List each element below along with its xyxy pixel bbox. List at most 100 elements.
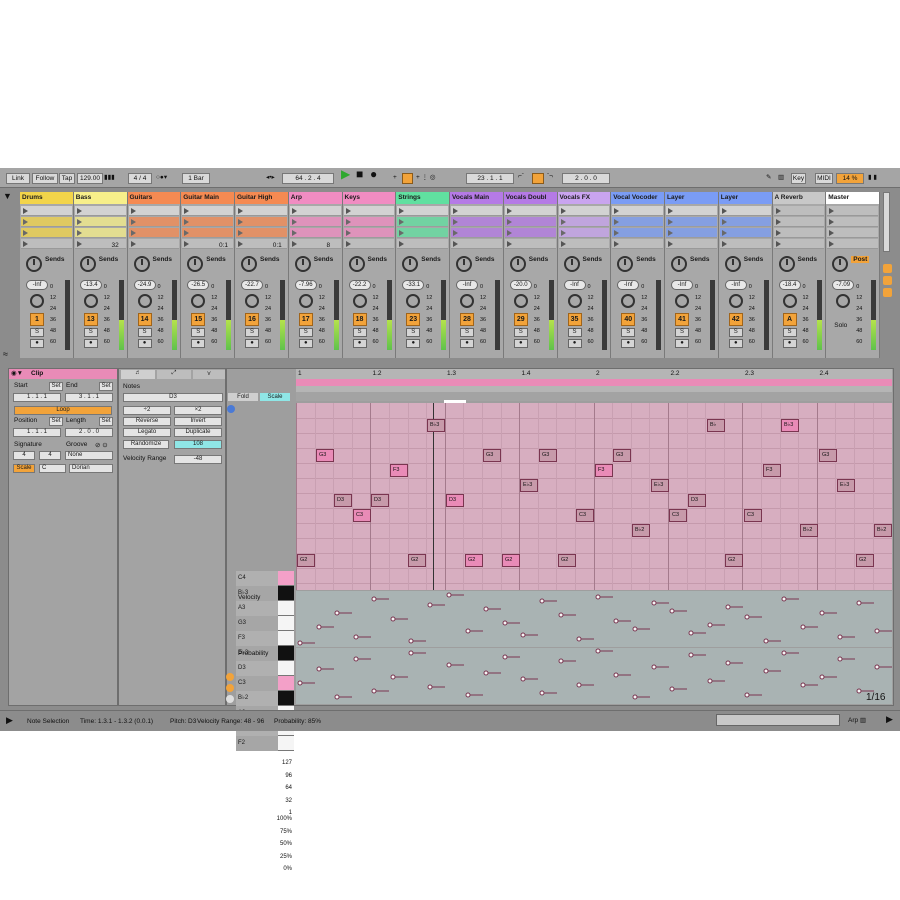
probability-handle[interactable] (427, 684, 433, 690)
midi-note[interactable]: C3 (744, 509, 762, 522)
send-knob[interactable] (26, 256, 42, 272)
probability-handle[interactable] (613, 672, 619, 678)
clip-slot[interactable] (128, 217, 180, 227)
send-knob[interactable] (724, 256, 741, 272)
probability-handle[interactable] (297, 680, 303, 686)
probability-handle[interactable] (744, 692, 750, 698)
send-knob[interactable] (133, 256, 150, 272)
solo-button[interactable]: S (137, 328, 152, 337)
clip-launch-icon[interactable] (668, 219, 673, 225)
invert-button[interactable]: Invert (174, 417, 222, 426)
clip-slot[interactable] (397, 239, 448, 249)
lane-toggle-icon[interactable] (226, 673, 234, 681)
clip-slot[interactable] (21, 206, 72, 216)
send-knob[interactable] (509, 256, 526, 272)
clip-slot[interactable] (451, 206, 502, 216)
solo-button[interactable]: S (83, 328, 98, 337)
velocity-handle[interactable] (297, 640, 303, 646)
clip-launch-icon[interactable] (560, 219, 566, 225)
key-label-row[interactable]: D3 (236, 661, 294, 676)
clip-slot[interactable] (612, 217, 663, 227)
arm-button[interactable]: ● (245, 339, 259, 348)
probability-handle[interactable] (465, 692, 471, 698)
clip-launch-icon[interactable] (399, 241, 405, 247)
probability-handle[interactable] (371, 688, 377, 694)
clip-slot[interactable] (128, 239, 180, 249)
velocity-handle[interactable] (334, 610, 340, 616)
volume-field[interactable]: -22.7 (241, 280, 263, 290)
clip-slot[interactable] (666, 239, 717, 249)
clip-launch-icon[interactable] (291, 208, 297, 214)
pan-knob[interactable] (567, 294, 582, 308)
midi-note[interactable]: G2 (502, 554, 520, 567)
volume-field[interactable]: -13.4 (79, 280, 102, 290)
clip-launch-icon[interactable] (345, 219, 351, 225)
velocity-handle[interactable] (353, 634, 359, 640)
half-length-button[interactable]: ÷2 (123, 406, 171, 415)
midi-note[interactable]: B♭2 (874, 524, 892, 537)
volume-field[interactable]: -Inf (617, 280, 640, 290)
clip-slot[interactable] (21, 217, 72, 227)
track-title[interactable]: Master (826, 192, 879, 204)
clip-launch-icon[interactable] (668, 230, 673, 236)
midi-note[interactable]: D3 (446, 494, 464, 507)
clip-slot[interactable] (612, 206, 663, 216)
clip-launch-icon[interactable] (560, 230, 566, 236)
pan-knob[interactable] (728, 294, 743, 308)
status-play-icon[interactable]: ▶ (6, 716, 13, 725)
signature-numerator[interactable]: 4 (13, 451, 35, 460)
velocity-handle[interactable] (595, 594, 601, 600)
clip-activator-icon[interactable]: ◉▼ (11, 369, 23, 378)
arm-button[interactable]: ● (728, 339, 743, 348)
randomize-amount[interactable]: 108 (174, 440, 222, 449)
clip-slot[interactable] (719, 239, 771, 249)
probability-handle[interactable] (558, 658, 564, 664)
pan-knob[interactable] (621, 294, 636, 308)
clip-slot[interactable] (343, 217, 395, 227)
position-set-button[interactable]: Set (49, 417, 63, 426)
beat-ruler[interactable]: 1 1.2 1.3 1.4 2 2.2 2.3 2.4 (296, 369, 892, 379)
midi-note[interactable]: E♭3 (520, 479, 538, 492)
velocity-handle[interactable] (781, 596, 787, 602)
arm-button[interactable]: ● (352, 339, 367, 348)
clip-launch-icon[interactable] (184, 219, 190, 225)
pan-knob[interactable] (460, 294, 474, 308)
clip-launch-icon[interactable] (291, 219, 297, 225)
velocity-handle[interactable] (856, 600, 862, 606)
grid-setting[interactable]: 1/16 (866, 692, 885, 703)
clip-launch-icon[interactable] (399, 219, 405, 225)
arm-button[interactable]: ● (782, 339, 797, 348)
key-label-row[interactable]: C3 (236, 676, 294, 691)
track-title[interactable]: Vocals Doubl (503, 192, 557, 204)
track-title[interactable]: Arp (288, 192, 342, 204)
clip-launch-icon[interactable] (668, 241, 673, 247)
velocity-handle[interactable] (390, 616, 396, 622)
velocity-handle[interactable] (744, 614, 750, 620)
midi-note[interactable]: B♭ (707, 419, 725, 432)
track-activator[interactable]: 14 (137, 313, 152, 326)
legato-button[interactable]: Legato (123, 428, 171, 437)
clip-slot[interactable] (128, 228, 180, 238)
arrangement-icon[interactable]: Arp ▥ (848, 716, 866, 725)
midi-note[interactable]: G2 (408, 554, 426, 567)
clip-launch-icon[interactable] (23, 230, 28, 236)
track-title[interactable]: Drums (20, 192, 73, 204)
velocity-handle[interactable] (707, 622, 713, 628)
clip-slot[interactable] (236, 228, 287, 238)
solo-button[interactable]: S (191, 328, 206, 337)
volume-field[interactable]: -24.9 (133, 280, 156, 290)
clip-launch-icon[interactable] (506, 230, 512, 236)
clip-slot[interactable] (504, 228, 556, 238)
clip-launch-icon[interactable] (668, 208, 673, 214)
volume-field[interactable]: -18.4 (778, 280, 801, 290)
velocity-handle[interactable] (725, 604, 731, 610)
clip-launch-icon[interactable] (23, 208, 28, 214)
solo-button[interactable]: S (406, 328, 421, 337)
solo-button[interactable]: S (513, 328, 528, 337)
velocity-handle[interactable] (800, 624, 806, 630)
clip-launch-icon[interactable] (130, 230, 136, 236)
clip-launch-icon[interactable] (560, 208, 566, 214)
track-title[interactable]: Strings (396, 192, 449, 204)
browser-toggle-icon[interactable]: ▼ (3, 192, 12, 201)
track-activator[interactable]: 17 (298, 313, 313, 326)
